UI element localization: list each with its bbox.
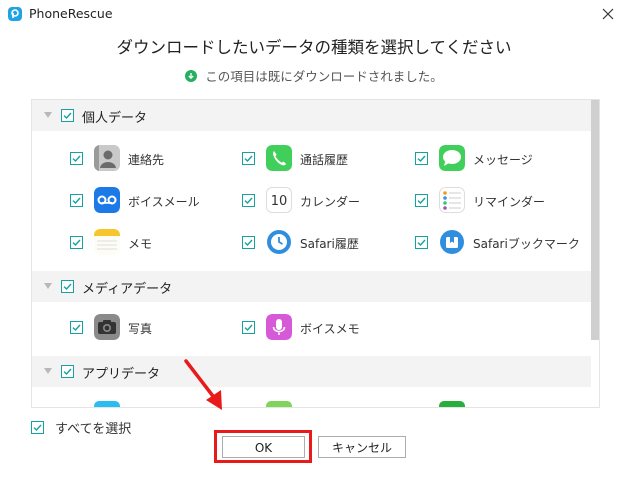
app-icon-partial [94,401,120,407]
download-status-text: この項目は既にダウンロードされました。 [205,69,443,84]
app-title: PhoneRescue [29,6,113,21]
app-icon-partial [266,401,292,407]
phone-icon [266,145,292,171]
voice-memo-icon [266,314,292,340]
safari-bookmark-icon [439,229,465,255]
voicemail-icon [94,187,120,213]
section-checkbox-app[interactable] [61,365,74,378]
title-bar: PhoneRescue [0,0,628,30]
calendar-icon: 10 [266,187,292,213]
item-checkbox[interactable] [70,152,83,165]
item-checkbox[interactable] [415,152,428,165]
item-checkbox[interactable] [70,321,83,334]
item-label: 通話履歴 [300,153,349,167]
section-checkbox-media[interactable] [61,280,74,293]
item-checkbox[interactable] [242,236,255,249]
select-all-checkbox[interactable] [31,421,44,434]
section-header-media[interactable]: メディアデータ [32,271,591,302]
collapse-caret-icon[interactable] [44,368,52,374]
section-header-app[interactable]: アプリデータ [32,356,591,387]
download-status: この項目は既にダウンロードされました。 [0,66,628,85]
item-label: ボイスメール [128,195,200,209]
item-checkbox[interactable] [242,321,255,334]
camera-icon [94,314,120,340]
notes-icon [94,229,120,255]
close-icon[interactable] [598,4,618,24]
item-label: Safari履歴 [300,237,359,251]
app-icon-partial [439,401,465,407]
cancel-button[interactable]: キャンセル [318,436,406,458]
reminders-icon [439,187,465,213]
section-checkbox-personal[interactable] [61,109,74,122]
item-checkbox[interactable] [70,194,83,207]
download-done-icon [185,70,198,82]
item-checkbox[interactable] [415,236,428,249]
calendar-day-number: 10 [270,194,288,209]
safari-history-icon [266,229,292,255]
scrollbar-thumb[interactable] [591,100,599,340]
item-label: カレンダー [300,195,361,209]
item-checkbox[interactable] [242,194,255,207]
collapse-caret-icon[interactable] [44,112,52,118]
item-label: Safariブックマーク [473,237,580,251]
item-label: ボイスメモ [300,322,360,336]
contacts-icon [94,145,120,171]
item-label: 連絡先 [128,153,165,167]
section-header-personal[interactable]: 個人データ [32,100,591,131]
dialog-heading: ダウンロードしたいデータの種類を選択してください [116,38,512,57]
item-label: 写真 [128,322,153,336]
item-label: リマインダー [473,195,546,209]
ok-highlight-box [214,430,312,463]
pointer-arrow-icon [184,359,222,410]
item-label: メッセージ [473,153,533,167]
messages-icon [439,145,465,171]
collapse-caret-icon[interactable] [44,283,52,289]
item-label: メモ [128,237,153,251]
section-label-personal: 個人データ [82,111,148,126]
section-label-app: アプリデータ [82,367,161,382]
item-checkbox[interactable] [242,152,255,165]
data-type-panel: 個人データ 連絡先 通話履歴 メッセージ ボイスメール 10 カレンダー リマイ… [31,99,600,408]
item-checkbox[interactable] [415,194,428,207]
select-all-label: すべてを選択 [55,422,132,437]
phonerescue-logo-icon [8,7,22,21]
section-label-media: メディアデータ [82,282,173,297]
item-checkbox[interactable] [70,236,83,249]
